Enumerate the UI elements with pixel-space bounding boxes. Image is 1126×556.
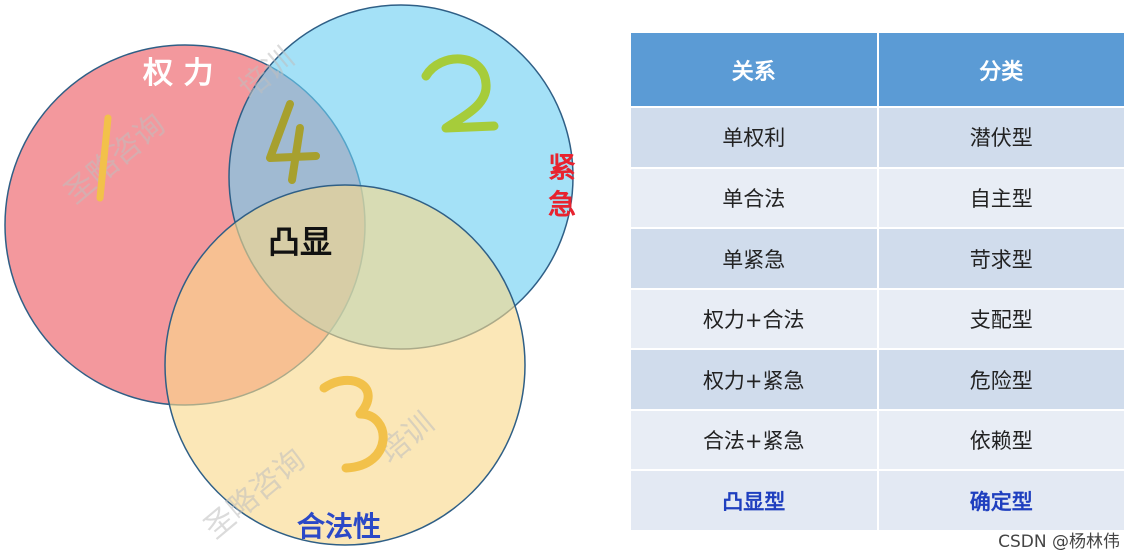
category-cell: 自主型 (878, 168, 1124, 228)
header-category: 分类 (878, 33, 1124, 107)
relation-cell: 权力+合法 (631, 289, 877, 349)
category-cell: 潜伏型 (878, 108, 1124, 167)
relation-cell: 单权利 (631, 108, 877, 167)
category-cell: 确定型 (878, 471, 1124, 531)
table-row: 单紧急 苛求型 (631, 229, 1124, 288)
table-row: 合法+紧急 依赖型 (631, 410, 1124, 470)
category-cell: 苛求型 (878, 229, 1124, 288)
table-header-row: 关系 分类 (631, 33, 1124, 107)
relation-cell: 单合法 (631, 168, 877, 228)
table-row: 权力+合法 支配型 (631, 289, 1124, 349)
category-cell: 危险型 (878, 350, 1124, 409)
relation-cell: 合法+紧急 (631, 410, 877, 470)
header-relation: 关系 (631, 33, 877, 107)
table-row-highlighted: 凸显型 确定型 (631, 471, 1124, 531)
legitimacy-circle (164, 184, 526, 546)
urgency-label-line2: 急 (548, 188, 576, 221)
urgency-label-line1: 紧 (548, 151, 576, 184)
table-row: 权力+紧急 危险型 (631, 350, 1124, 409)
category-cell: 依赖型 (878, 410, 1124, 470)
center-label: 凸显 (268, 223, 332, 261)
relation-cell: 权力+紧急 (631, 350, 877, 409)
table-row: 单权利 潜伏型 (631, 108, 1124, 167)
csdn-attribution: CSDN @杨林伟 (998, 532, 1120, 552)
legitimacy-label: 合法性 (297, 510, 381, 543)
category-cell: 支配型 (878, 289, 1124, 349)
relation-cell: 单紧急 (631, 229, 877, 288)
power-label: 权 力 (142, 56, 213, 91)
relation-cell: 凸显型 (631, 471, 877, 531)
table-row: 单合法 自主型 (631, 168, 1124, 228)
stakeholder-venn-diagram: 圣略咨询 培训 圣略咨询 培训 权 力 紧 急 合法性 凸显 (4, 4, 576, 546)
stakeholder-classification-table: 关系 分类 单权利 潜伏型 单合法 自主型 单紧急 苛求型 权力+合法 支配型 … (631, 33, 1124, 531)
